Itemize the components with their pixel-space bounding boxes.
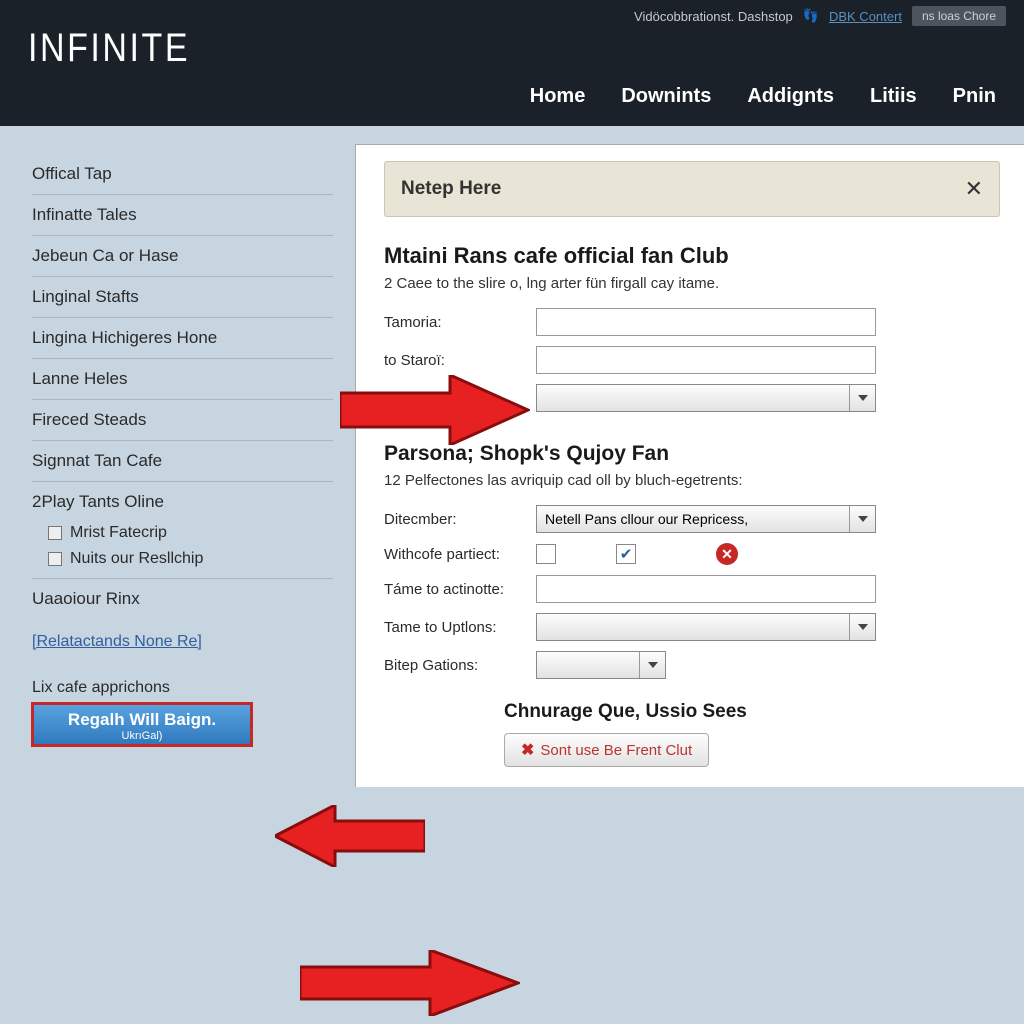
sidebar-item-lanne-heles[interactable]: Lanne Heles [32,359,333,400]
field-label: Ditecmber: [384,511,536,528]
main-nav: Home Downints Addignts Litiis Pnin [0,77,1024,126]
sidebar-item-offical-tap[interactable]: Offical Tap [32,154,333,195]
nav-downints[interactable]: Downints [621,85,711,108]
field-label: Bitep Gations: [384,657,536,674]
sidebar-footer-label: Lix cafe apprichons [32,657,333,703]
top-bar: Vidöcobbrationst. Dashstop 👣 DBK Contert… [0,0,1024,126]
field-label: to Staroï: [384,352,536,369]
nav-pnin[interactable]: Pnin [953,85,996,108]
sidebar-group-title[interactable]: 2Play Tants Oline [32,482,333,514]
sidebar-cta-button[interactable]: Regalh Will Baign. UkrıGal) [32,703,252,746]
ditecmber-select[interactable]: Netell Pans cllour our Repricess, [536,505,876,533]
action-button[interactable]: ✖ Sont use Be Frent Clut [504,733,709,767]
field-label: Tame to Uptlons: [384,619,536,636]
checkbox-icon[interactable] [48,552,62,566]
delete-icon[interactable]: ✕ [716,543,738,565]
select-value: Netell Pans cllour our Repricess, [545,511,748,527]
main-panel: Netep Here ✕ Mtaini Rans cafe official f… [355,144,1024,787]
withcofe-checkbox-2[interactable]: ✔ [616,544,636,564]
sidebar-cta-label: Regalh Will Baign. [68,710,216,729]
section1-title: Mtaini Rans cafe official fan Club [384,243,1000,269]
sidebar-sub-label: Nuits our Resllchip [70,550,203,568]
brand-logo[interactable]: INFINITE [28,26,875,71]
uptlons-select[interactable] [536,613,876,641]
chevron-down-icon [849,614,875,640]
chevron-down-icon [849,506,875,532]
exypit-select[interactable] [536,384,876,412]
field-label: Withcofe partiect: [384,546,536,563]
arrow-icon [300,950,520,1016]
sidebar-item-lingina-hichigeres[interactable]: Lingina Hichigeres Hone [32,318,333,359]
info-banner: Netep Here ✕ [384,161,1000,217]
subheading: Chnurage Que, Ussio Sees [504,701,1000,723]
withcofe-checkbox-1[interactable] [536,544,556,564]
page-layout: Offical Tap Infinatte Tales Jebeun Ca or… [0,126,1024,787]
nav-litiis[interactable]: Litiis [870,85,917,108]
sidebar-sub-nuits[interactable]: Nuits our Resllchip [32,546,333,572]
staroi-input[interactable] [536,346,876,374]
sidebar-item-signnat-tan-cafe[interactable]: Signnat Tan Cafe [32,441,333,482]
field-label: Exypit to Artenu: [384,390,536,407]
form-row-uptlons: Tame to Uptlons: [384,613,1000,641]
utility-text: Vidöcobbrationst. Dashstop [634,9,793,24]
sidebar-sub-mrist[interactable]: Mrist Fatecrip [32,520,333,546]
sidebar-item-jebeun[interactable]: Jebeun Ca or Hase [32,236,333,277]
field-label: Tamoria: [384,314,536,331]
utility-button[interactable]: ns loas Chore [912,6,1006,26]
gations-select[interactable] [536,651,666,679]
logo-row: INFINITE [0,26,1024,77]
action-button-label: Sont use Be Frent Clut [540,742,692,759]
sidebar: Offical Tap Infinatte Tales Jebeun Ca or… [0,126,355,787]
field-label: Táme to actinotte: [384,581,536,598]
utility-row: Vidöcobbrationst. Dashstop 👣 DBK Contert… [0,0,1024,26]
close-icon[interactable]: ✕ [965,176,983,202]
sidebar-item-infinatte-tales[interactable]: Infinatte Tales [32,195,333,236]
sidebar-cta-sublabel: UkrıGal) [50,730,234,742]
form-row-gations: Bitep Gations: [384,651,1000,679]
sidebar-sublist: Mrist Fatecrip Nuits our Resllchip [32,514,333,579]
sidebar-bracket-link[interactable]: [Relatactands None Re] [32,619,333,657]
form-row-withcofe: Withcofe partiect: ✔ ✕ [384,543,1000,565]
form-row-tamoria: Tamoria: [384,308,1000,336]
utility-link[interactable]: DBK Contert [829,9,902,24]
section1-desc: 2 Caee to the slire o, lng arter fün fir… [384,275,1000,292]
form-row-actinotte: Táme to actinotte: [384,575,1000,603]
sidebar-sub-label: Mrist Fatecrip [70,524,167,542]
banner-title: Netep Here [401,178,501,200]
checkbox-icon[interactable] [48,526,62,540]
form-row-ditecmber: Ditecmber: Netell Pans cllour our Repric… [384,505,1000,533]
chevron-down-icon [849,385,875,411]
nav-addignts[interactable]: Addignts [747,85,834,108]
form-row-staroi: to Staroï: [384,346,1000,374]
arrow-icon [275,805,425,867]
chevron-down-icon [639,652,665,678]
form-row-exypit: Exypit to Artenu: [384,384,1000,412]
tamoria-input[interactable] [536,308,876,336]
section2-title: Parsona; Shopk's Qujoy Fan [384,442,1000,466]
actinotte-input[interactable] [536,575,876,603]
sidebar-item-uaaoiour[interactable]: Uaaoiour Rinx [32,579,333,619]
section2-desc: 12 Pelfectones las avriquip cad oll by b… [384,472,1000,489]
nav-home[interactable]: Home [530,85,586,108]
sidebar-item-fireced-steads[interactable]: Fireced Steads [32,400,333,441]
x-icon: ✖ [521,740,534,760]
sidebar-item-linginal-stafts[interactable]: Linginal Stafts [32,277,333,318]
